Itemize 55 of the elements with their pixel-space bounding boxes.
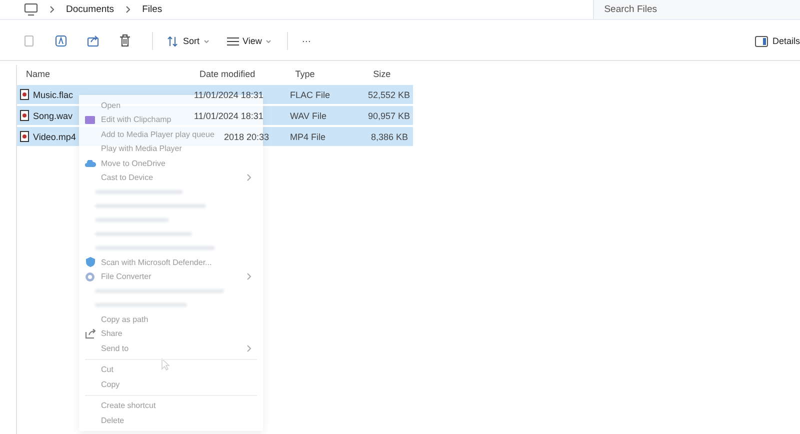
share-icon <box>84 328 96 339</box>
file-name: Music.flac <box>33 90 74 100</box>
date-cell: 2018 20:33 <box>224 132 270 142</box>
shield-icon <box>86 257 94 268</box>
column-header[interactable]: Size <box>373 69 413 79</box>
type-cell-text: WAV File <box>290 110 328 120</box>
menu-item[interactable]: Cast to Device <box>79 170 263 185</box>
lines-icon <box>226 36 239 46</box>
media-file-icon <box>20 110 29 121</box>
search-field[interactable]: Search Files <box>593 0 800 19</box>
sort-button[interactable]: Sort <box>163 34 213 48</box>
breadcrumb-item[interactable]: Documents <box>66 4 114 15</box>
menu-item[interactable]: Move to OneDrive <box>79 156 168 170</box>
date-cell: 11/01/2024 18:31 <box>194 90 264 100</box>
view-button[interactable]: View <box>222 34 275 48</box>
sort-icon <box>167 36 179 46</box>
menu-item[interactable]: Copy as path <box>79 312 150 326</box>
size-cell: 90,957 KB <box>368 110 408 120</box>
breadcrumb-item[interactable]: Files <box>142 4 162 15</box>
menu-item[interactable]: Play with Media Player <box>79 142 184 156</box>
column-header[interactable]: Name <box>17 69 200 79</box>
menu-item[interactable]: Edit with Clipchamp <box>79 112 174 127</box>
chevron-icon <box>50 6 54 13</box>
type-cell-text: FLAC File <box>290 90 332 100</box>
type-cell-text: MP4 File <box>290 132 327 142</box>
caret-icon <box>204 40 209 42</box>
trash-icon[interactable] <box>118 34 132 48</box>
menu-item[interactable]: Share <box>79 326 124 341</box>
computer-icon[interactable] <box>24 3 38 16</box>
size-cell-text: 8,386 KB <box>370 132 408 142</box>
column-header[interactable]: Type <box>295 69 374 79</box>
details-button[interactable]: Details <box>751 34 800 48</box>
caret-icon <box>266 40 271 42</box>
panel-icon <box>755 36 768 46</box>
converter-icon <box>85 272 95 282</box>
size-cell: 52,552 KB <box>368 90 408 100</box>
menu-item[interactable]: Delete <box>79 413 126 428</box>
media-file-icon <box>20 89 29 100</box>
menu-item[interactable]: File Converter <box>79 270 263 284</box>
file-name: Song.wav <box>33 110 73 120</box>
menu-item[interactable]: Scan with Microsoft Defender... <box>79 255 214 270</box>
file-name: Video.mp4 <box>33 132 76 142</box>
menu-item[interactable]: Copy <box>79 377 122 392</box>
cloud-icon <box>84 160 96 167</box>
share-icon[interactable] <box>86 34 100 48</box>
column-header[interactable]: Date modified <box>200 69 296 79</box>
menu-item[interactable]: Send to <box>79 341 263 356</box>
rename-icon[interactable] <box>54 34 68 48</box>
menu-item[interactable]: Create shortcut <box>79 398 158 413</box>
menu-item[interactable]: Cut <box>79 362 116 377</box>
date-cell: 11/01/2024 18:31 <box>194 110 264 120</box>
chevron-icon <box>126 6 130 13</box>
more-button[interactable]: ··· <box>298 34 315 48</box>
menu-item[interactable]: Add to Media Player play queue <box>79 127 216 142</box>
media-file-icon <box>20 131 29 142</box>
